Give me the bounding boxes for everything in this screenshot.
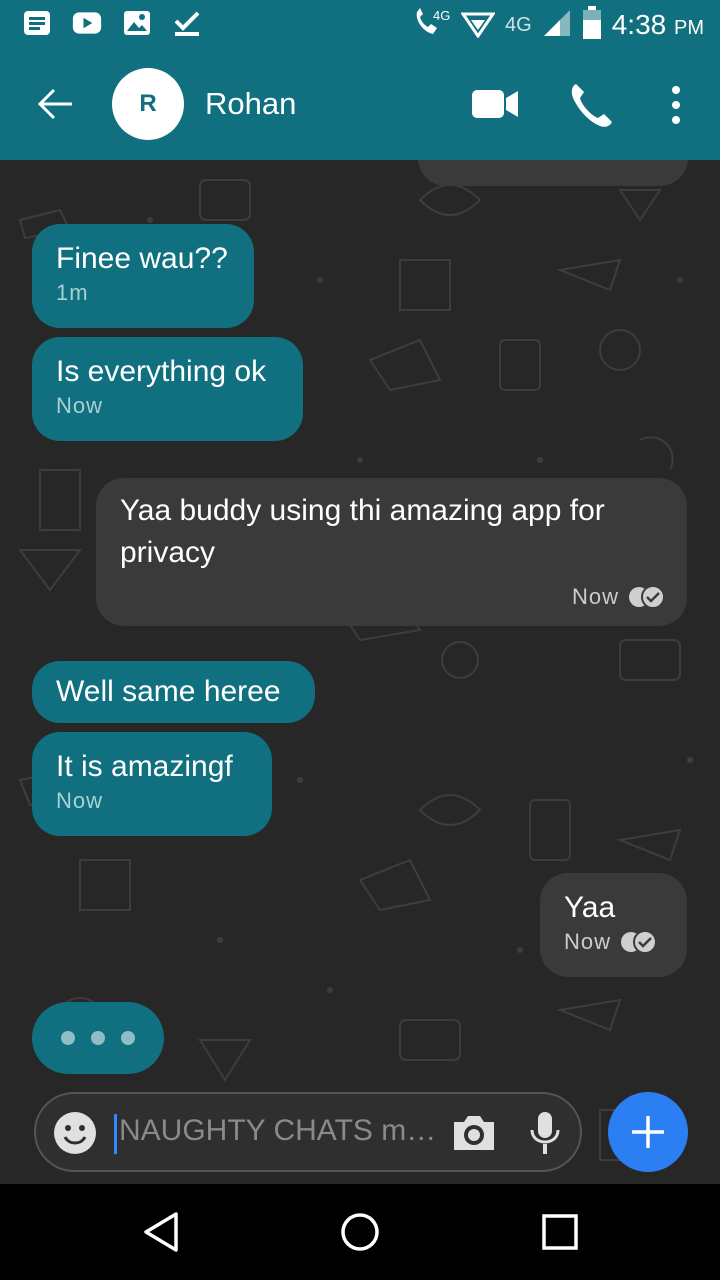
nav-back-button[interactable]	[140, 1210, 184, 1254]
message-time: Now	[564, 929, 612, 954]
read-receipt-icon	[629, 585, 665, 609]
wifi-hotspot-icon	[460, 8, 496, 43]
status-bar: 4G 4G 4:38 PM	[0, 0, 720, 50]
message-bubble-incoming[interactable]: Well same heree	[32, 661, 315, 723]
signal-icon	[542, 8, 572, 43]
message-time: 1m	[56, 280, 89, 305]
typing-dot	[121, 1031, 135, 1045]
system-status-icons: 4G 4G 4:38 PM	[411, 5, 704, 45]
emoji-icon	[54, 1112, 96, 1154]
youtube-notification-icon	[72, 8, 102, 38]
typing-indicator	[32, 1002, 164, 1074]
message-text: Well same heree	[56, 675, 281, 708]
message-composer: NAUGHTY CHATS me...	[34, 1092, 582, 1172]
nav-back-icon	[144, 1212, 178, 1252]
voice-call-button[interactable]	[566, 80, 616, 130]
message-text: Is everything ok	[56, 355, 267, 388]
typing-dot	[61, 1031, 75, 1045]
mic-icon	[530, 1112, 560, 1154]
back-arrow-icon	[37, 88, 72, 120]
message-text: It is amazingf	[56, 750, 233, 783]
mic-button[interactable]	[528, 1110, 562, 1156]
nav-home-icon	[341, 1213, 379, 1251]
message-meta: Now	[572, 584, 665, 610]
more-options-button[interactable]	[660, 80, 692, 130]
message-time: Now	[56, 393, 104, 418]
contact-name[interactable]: Rohan	[205, 86, 296, 122]
message-text: Yaa	[564, 891, 616, 924]
gallery-notification-icon	[122, 8, 152, 38]
message-text: Yaa buddy using thi amazing app for priv…	[120, 494, 605, 569]
notification-icons	[22, 8, 202, 38]
message-bubble-outgoing[interactable]: 1m	[418, 160, 688, 186]
message-input[interactable]: NAUGHTY CHATS me...	[114, 1114, 444, 1154]
camera-icon	[454, 1116, 494, 1150]
clock: 4:38 PM	[612, 9, 704, 41]
read-receipt-icon	[621, 930, 658, 954]
clock-ampm: PM	[674, 17, 704, 39]
message-meta: Now	[564, 929, 663, 955]
volte-4g-label: 4G	[433, 8, 450, 23]
phone-icon	[571, 84, 612, 127]
nav-recents-button[interactable]	[538, 1210, 582, 1254]
camera-button[interactable]	[450, 1110, 498, 1156]
more-vert-icon	[672, 86, 680, 124]
chat-header: R Rohan	[0, 50, 720, 160]
message-text: Finee wau??	[56, 242, 228, 275]
battery-icon	[582, 5, 602, 45]
back-button[interactable]	[32, 80, 80, 128]
message-notification-icon	[22, 8, 52, 38]
clock-time: 4:38	[611, 9, 667, 40]
message-bubble-incoming[interactable]: Is everything ok Now	[32, 337, 303, 441]
task-done-notification-icon	[172, 8, 202, 38]
message-bubble-incoming[interactable]: It is amazingf Now	[32, 732, 272, 836]
message-time: Now	[571, 584, 619, 609]
add-attachment-button[interactable]	[608, 1092, 688, 1172]
message-bubble-outgoing[interactable]: Yaa buddy using thi amazing app for priv…	[96, 478, 687, 626]
system-navigation-bar	[0, 1184, 720, 1280]
chat-area[interactable]: 1m Finee wau?? 1m Is everything ok Now Y…	[0, 160, 720, 1185]
plus-icon	[632, 1116, 664, 1148]
message-bubble-outgoing[interactable]: Yaa Now	[540, 873, 687, 977]
message-time: Now	[56, 788, 104, 813]
nav-recents-icon	[542, 1214, 578, 1250]
message-bubble-incoming[interactable]: Finee wau?? 1m	[32, 224, 254, 328]
emoji-button[interactable]	[52, 1110, 98, 1156]
network-type-label: 4G	[505, 13, 532, 36]
avatar[interactable]: R	[112, 68, 184, 140]
video-call-icon	[472, 90, 518, 118]
video-call-button[interactable]	[470, 84, 522, 124]
nav-home-button[interactable]	[338, 1210, 382, 1254]
volte-call-icon: 4G	[411, 6, 451, 45]
typing-dot	[91, 1031, 105, 1045]
